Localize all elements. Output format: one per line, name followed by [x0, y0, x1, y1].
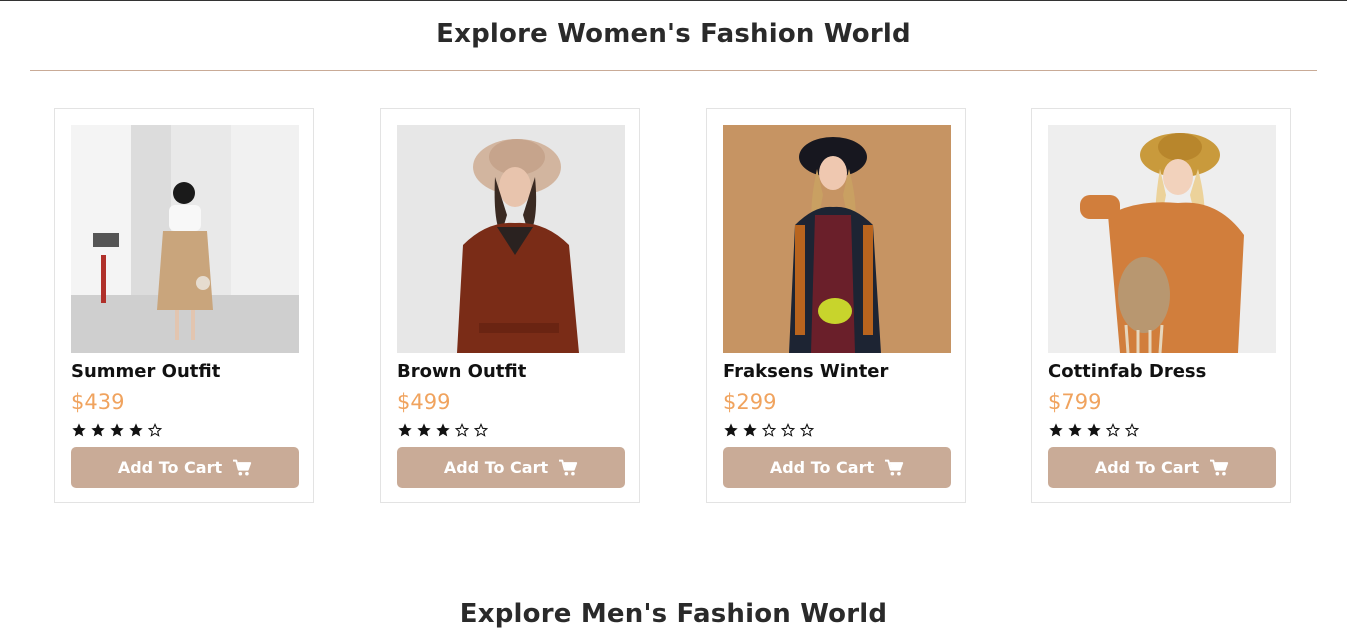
product-name[interactable]: Fraksens Winter: [723, 361, 888, 382]
star-empty-icon: [147, 422, 163, 437]
star-empty-icon: [1105, 422, 1121, 437]
star-empty-icon: [780, 422, 796, 437]
rating-stars: [723, 422, 815, 438]
men-section-title: Explore Men's Fashion World: [459, 599, 888, 629]
product-price: $499: [397, 390, 451, 414]
rating-stars: [397, 422, 489, 438]
top-border: [0, 0, 1347, 1]
product-image-summer-outfit[interactable]: [71, 125, 299, 353]
product-image-brown-outfit[interactable]: [397, 125, 625, 353]
product-image-cottinfab-dress[interactable]: [1048, 125, 1276, 353]
star-filled-icon: [72, 423, 86, 437]
product-card: Fraksens Winter $299 Add To Cart: [706, 108, 966, 503]
add-to-cart-label: Add To Cart: [1094, 458, 1200, 477]
star-filled-icon: [91, 423, 105, 437]
rating-stars: [1048, 422, 1140, 438]
product-image-fraksens-winter[interactable]: [723, 125, 951, 353]
star-filled-icon: [743, 423, 757, 437]
add-to-cart-label: Add To Cart: [117, 458, 223, 477]
star-filled-icon: [1049, 423, 1063, 437]
star-empty-icon: [473, 422, 489, 437]
add-to-cart-button[interactable]: Add To Cart: [397, 447, 625, 488]
product-name[interactable]: Summer Outfit: [71, 361, 220, 382]
product-name[interactable]: Cottinfab Dress: [1048, 361, 1206, 382]
add-to-cart-label: Add To Cart: [769, 458, 875, 477]
product-name[interactable]: Brown Outfit: [397, 361, 526, 382]
shopping-cart-icon: [559, 459, 578, 476]
rating-stars: [71, 422, 163, 438]
product-price: $799: [1048, 390, 1102, 414]
product-card: Summer Outfit $439 Add To Cart: [54, 108, 314, 503]
star-filled-icon: [398, 423, 412, 437]
add-to-cart-button[interactable]: Add To Cart: [71, 447, 299, 488]
star-filled-icon: [1068, 423, 1082, 437]
star-filled-icon: [129, 423, 143, 437]
star-filled-icon: [724, 423, 738, 437]
women-section-title: Explore Women's Fashion World: [436, 19, 911, 49]
section-divider: [30, 70, 1317, 71]
product-price: $439: [71, 390, 125, 414]
star-empty-icon: [1124, 422, 1140, 437]
star-empty-icon: [454, 422, 470, 437]
add-to-cart-button[interactable]: Add To Cart: [723, 447, 951, 488]
shopping-cart-icon: [1210, 459, 1229, 476]
product-card: Cottinfab Dress $799 Add To Cart: [1031, 108, 1291, 503]
star-filled-icon: [417, 423, 431, 437]
star-filled-icon: [1087, 423, 1101, 437]
shopping-cart-icon: [885, 459, 904, 476]
star-empty-icon: [761, 422, 777, 437]
product-card: Brown Outfit $499 Add To Cart: [380, 108, 640, 503]
star-filled-icon: [436, 423, 450, 437]
add-to-cart-button[interactable]: Add To Cart: [1048, 447, 1276, 488]
star-filled-icon: [110, 423, 124, 437]
star-empty-icon: [799, 422, 815, 437]
product-price: $299: [723, 390, 777, 414]
add-to-cart-label: Add To Cart: [443, 458, 549, 477]
shopping-cart-icon: [233, 459, 252, 476]
